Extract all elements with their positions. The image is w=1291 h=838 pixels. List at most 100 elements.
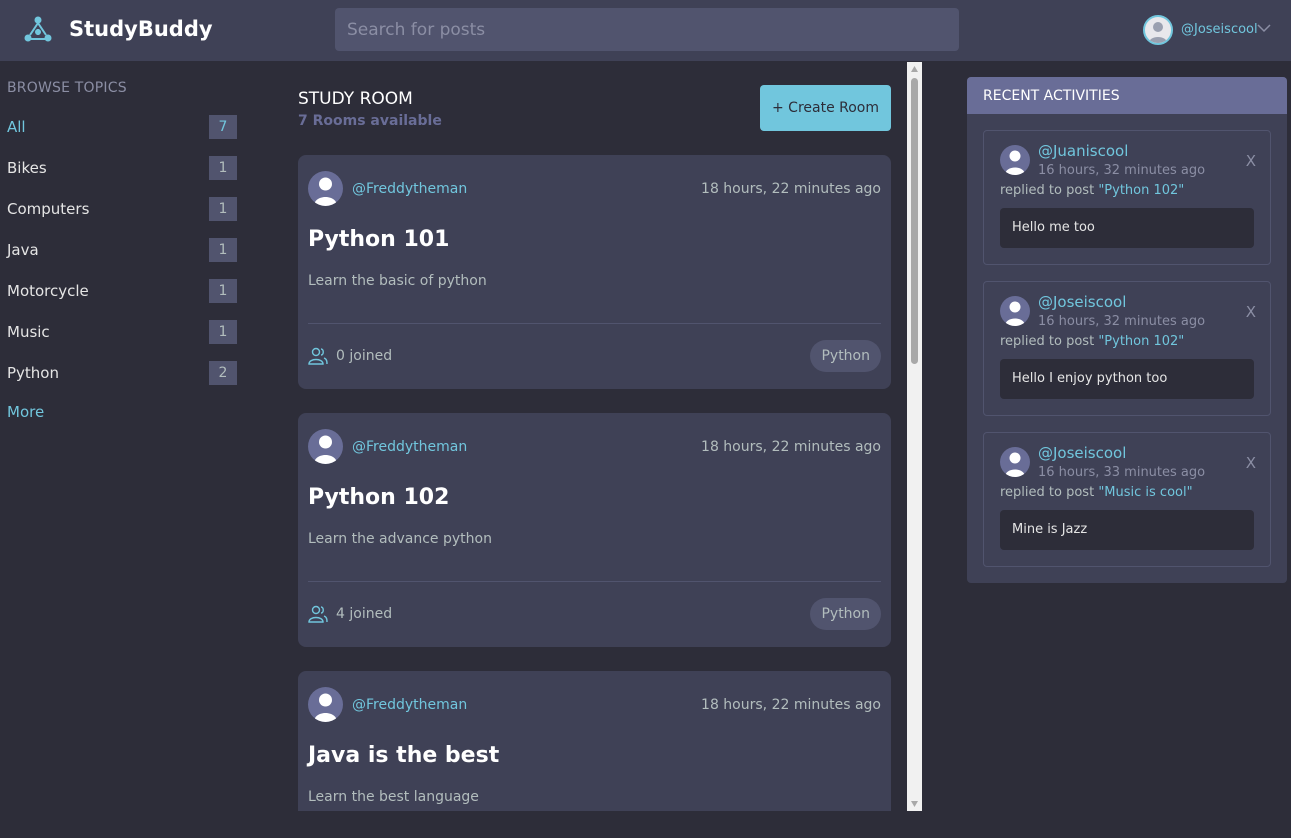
replied-text: replied to post <box>1000 334 1099 349</box>
topic-label: Bikes <box>7 159 47 177</box>
room-card: @Freddytheman 18 hours, 22 minutes ago P… <box>298 413 891 647</box>
room-description: Learn the advance python <box>308 531 492 547</box>
room-host[interactable]: @Freddytheman <box>352 439 467 455</box>
page-title: STUDY ROOM <box>298 89 413 109</box>
topic-count: 2 <box>209 361 237 385</box>
topic-label: Computers <box>7 200 90 218</box>
rooms-count: 7 Rooms available <box>298 113 442 129</box>
room-time: 18 hours, 22 minutes ago <box>701 439 881 455</box>
post-link[interactable]: "Python 102" <box>1098 334 1184 349</box>
room-topic-badge[interactable]: Python <box>810 598 881 630</box>
topic-count: 1 <box>209 238 237 262</box>
person-icon <box>1149 22 1167 43</box>
logo-icon[interactable] <box>22 14 54 46</box>
room-title[interactable]: Python 102 <box>308 485 449 510</box>
topic-count: 1 <box>209 279 237 303</box>
topic-count: 1 <box>209 156 237 180</box>
topic-count: 1 <box>209 320 237 344</box>
activity-item: @Joseiscool 16 hours, 33 minutes ago X r… <box>983 432 1271 567</box>
room-description: Learn the basic of python <box>308 273 487 289</box>
activity-user[interactable]: @Joseiscool <box>1038 293 1126 311</box>
activity-avatar[interactable] <box>1000 145 1030 175</box>
activity-item: @Joseiscool 16 hours, 32 minutes ago X r… <box>983 281 1271 416</box>
person-icon <box>314 177 337 206</box>
room-joined: 4 joined <box>336 606 393 622</box>
chevron-down-icon[interactable] <box>1257 23 1271 33</box>
activity-message: Hello me too <box>1000 208 1254 248</box>
brand-name[interactable]: StudyBuddy <box>69 17 213 41</box>
users-icon <box>308 605 328 623</box>
divider <box>308 323 881 324</box>
host-avatar[interactable] <box>308 171 343 206</box>
topic-count: 7 <box>209 115 237 139</box>
person-icon <box>314 435 337 464</box>
close-icon[interactable]: X <box>1246 454 1256 472</box>
activity-description: replied to post "Music is cool" <box>1000 485 1193 500</box>
topic-item-java[interactable]: Java 1 <box>7 238 237 262</box>
sidebar-heading: BROWSE TOPICS <box>7 80 127 96</box>
topic-item-music[interactable]: Music 1 <box>7 320 237 344</box>
scroll-thumb[interactable] <box>911 78 918 364</box>
room-card: @Freddytheman 18 hours, 22 minutes ago P… <box>298 155 891 389</box>
activity-message: Mine is Jazz <box>1000 510 1254 550</box>
topic-count: 1 <box>209 197 237 221</box>
user-avatar[interactable] <box>1143 15 1173 45</box>
replied-text: replied to post <box>1000 183 1099 198</box>
activities-header: RECENT ACTIVITIES <box>967 77 1287 114</box>
person-icon <box>1005 150 1025 175</box>
activity-item: @Juaniscool 16 hours, 32 minutes ago X r… <box>983 130 1271 265</box>
activity-time: 16 hours, 32 minutes ago <box>1038 163 1206 178</box>
recent-activities-panel: RECENT ACTIVITIES @Juaniscool 16 hours, … <box>967 77 1287 583</box>
room-host[interactable]: @Freddytheman <box>352 697 467 713</box>
topic-label: All <box>7 118 26 136</box>
room-joined: 0 joined <box>336 348 393 364</box>
search-input[interactable] <box>335 8 959 51</box>
divider <box>308 581 881 582</box>
room-card: @Freddytheman 18 hours, 22 minutes ago J… <box>298 671 891 811</box>
topic-label: Python <box>7 364 59 382</box>
close-icon[interactable]: X <box>1246 303 1256 321</box>
activity-user[interactable]: @Joseiscool <box>1038 444 1126 462</box>
close-icon[interactable]: X <box>1246 152 1256 170</box>
topic-item-bikes[interactable]: Bikes 1 <box>7 156 237 180</box>
more-link[interactable]: More <box>7 403 44 421</box>
feed-scrollbar[interactable] <box>907 62 922 811</box>
topic-item-computers[interactable]: Computers 1 <box>7 197 237 221</box>
activity-avatar[interactable] <box>1000 447 1030 477</box>
person-icon <box>314 693 337 722</box>
room-title[interactable]: Java is the best <box>308 743 499 768</box>
topic-label: Music <box>7 323 50 341</box>
person-icon <box>1005 301 1025 326</box>
topic-label: Motorcycle <box>7 282 89 300</box>
post-link[interactable]: "Python 102" <box>1098 183 1184 198</box>
room-title[interactable]: Python 101 <box>308 227 449 252</box>
activity-description: replied to post "Python 102" <box>1000 334 1184 349</box>
topic-item-all[interactable]: All 7 <box>7 115 237 139</box>
host-avatar[interactable] <box>308 429 343 464</box>
person-icon <box>1005 452 1025 477</box>
activities-title: RECENT ACTIVITIES <box>983 88 1120 104</box>
top-bar: StudyBuddy @Joseiscool <box>0 0 1291 61</box>
scroll-up-arrow-icon[interactable] <box>910 65 919 73</box>
activity-user[interactable]: @Juaniscool <box>1038 142 1128 160</box>
scroll-down-arrow-icon[interactable] <box>910 800 919 808</box>
user-name[interactable]: @Joseiscool <box>1181 22 1258 37</box>
topic-item-python[interactable]: Python 2 <box>7 361 237 385</box>
room-time: 18 hours, 22 minutes ago <box>701 181 881 197</box>
activity-time: 16 hours, 33 minutes ago <box>1038 465 1206 480</box>
activity-avatar[interactable] <box>1000 296 1030 326</box>
host-avatar[interactable] <box>308 687 343 722</box>
activity-time: 16 hours, 32 minutes ago <box>1038 314 1206 329</box>
room-host[interactable]: @Freddytheman <box>352 181 467 197</box>
room-topic-badge[interactable]: Python <box>810 340 881 372</box>
activity-message: Hello I enjoy python too <box>1000 359 1254 399</box>
users-icon <box>308 347 328 365</box>
topic-label: Java <box>7 241 39 259</box>
replied-text: replied to post <box>1000 485 1099 500</box>
room-time: 18 hours, 22 minutes ago <box>701 697 881 713</box>
post-link[interactable]: "Music is cool" <box>1098 485 1192 500</box>
activity-description: replied to post "Python 102" <box>1000 183 1184 198</box>
topic-item-motorcycle[interactable]: Motorcycle 1 <box>7 279 237 303</box>
create-room-button[interactable]: + Create Room <box>760 85 891 131</box>
room-description: Learn the best language <box>308 789 479 805</box>
